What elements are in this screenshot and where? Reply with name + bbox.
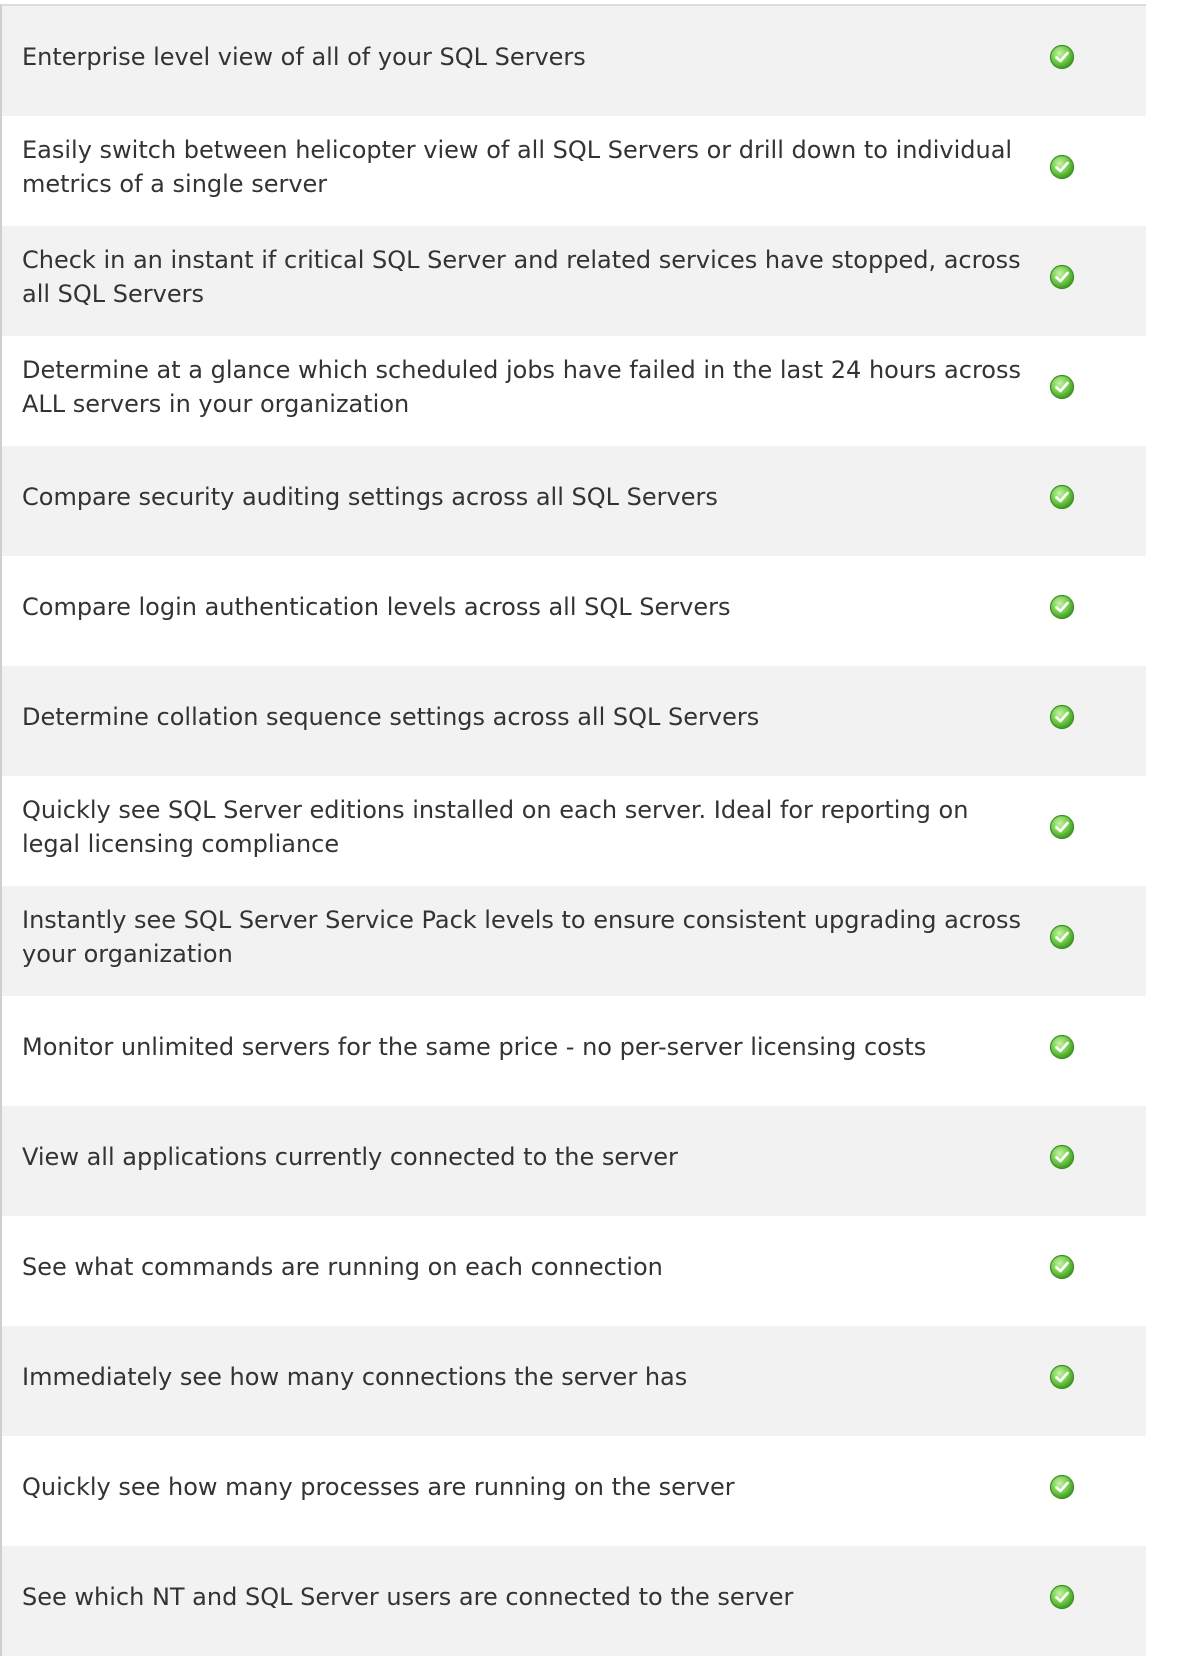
green-check-icon	[1049, 1474, 1075, 1500]
feature-table: Enterprise level view of all of your SQL…	[0, 4, 1146, 1656]
feature-status	[1032, 1546, 1092, 1610]
green-check-icon	[1049, 924, 1075, 950]
feature-status	[1032, 1106, 1092, 1170]
feature-status	[1032, 1326, 1092, 1390]
feature-row: Quickly see how many processes are runni…	[2, 1436, 1146, 1546]
feature-row: Enterprise level view of all of your SQL…	[2, 6, 1146, 116]
feature-status	[1032, 996, 1092, 1060]
feature-row: Immediately see how many connections the…	[2, 1326, 1146, 1436]
feature-label: Instantly see SQL Server Service Pack le…	[22, 906, 1022, 968]
feature-row: See what commands are running on each co…	[2, 1216, 1146, 1326]
feature-row: Determine at a glance which scheduled jo…	[2, 336, 1146, 446]
feature-label: See what commands are running on each co…	[22, 1253, 663, 1281]
green-check-icon	[1049, 264, 1075, 290]
feature-status	[1032, 6, 1092, 70]
green-check-icon	[1049, 484, 1075, 510]
green-check-icon	[1049, 154, 1075, 180]
feature-label: Quickly see SQL Server editions installe…	[22, 796, 969, 858]
feature-status	[1032, 666, 1092, 730]
feature-row: Monitor unlimited servers for the same p…	[2, 996, 1146, 1106]
feature-row: Compare login authentication levels acro…	[2, 556, 1146, 666]
green-check-icon	[1049, 814, 1075, 840]
feature-status	[1032, 336, 1092, 400]
feature-row: Instantly see SQL Server Service Pack le…	[2, 886, 1146, 996]
feature-row: Quickly see SQL Server editions installe…	[2, 776, 1146, 886]
feature-label: Enterprise level view of all of your SQL…	[22, 43, 586, 71]
feature-label: Check in an instant if critical SQL Serv…	[22, 246, 1021, 308]
feature-label: Easily switch between helicopter view of…	[22, 136, 1013, 198]
feature-row: Check in an instant if critical SQL Serv…	[2, 226, 1146, 336]
feature-status	[1032, 556, 1092, 620]
green-check-icon	[1049, 1034, 1075, 1060]
feature-label: Determine at a glance which scheduled jo…	[22, 356, 1021, 418]
feature-label: Determine collation sequence settings ac…	[22, 703, 760, 731]
green-check-icon	[1049, 1364, 1075, 1390]
feature-label: Compare login authentication levels acro…	[22, 593, 731, 621]
feature-row: See which NT and SQL Server users are co…	[2, 1546, 1146, 1656]
green-check-icon	[1049, 1584, 1075, 1610]
feature-row: Determine collation sequence settings ac…	[2, 666, 1146, 776]
feature-label: Compare security auditing settings acros…	[22, 483, 718, 511]
green-check-icon	[1049, 594, 1075, 620]
green-check-icon	[1049, 44, 1075, 70]
green-check-icon	[1049, 1144, 1075, 1170]
feature-status	[1032, 446, 1092, 510]
feature-label: See which NT and SQL Server users are co…	[22, 1583, 794, 1611]
feature-label: Immediately see how many connections the…	[22, 1363, 688, 1391]
green-check-icon	[1049, 374, 1075, 400]
feature-row: Compare security auditing settings acros…	[2, 446, 1146, 556]
feature-row: View all applications currently connecte…	[2, 1106, 1146, 1216]
feature-label: View all applications currently connecte…	[22, 1143, 678, 1171]
green-check-icon	[1049, 704, 1075, 730]
feature-status	[1032, 1436, 1092, 1500]
green-check-icon	[1049, 1254, 1075, 1280]
feature-status	[1032, 226, 1092, 290]
feature-label: Quickly see how many processes are runni…	[22, 1473, 735, 1501]
feature-label: Monitor unlimited servers for the same p…	[22, 1033, 927, 1061]
feature-row: Easily switch between helicopter view of…	[2, 116, 1146, 226]
feature-status	[1032, 1216, 1092, 1280]
feature-status	[1032, 776, 1092, 840]
feature-status	[1032, 116, 1092, 180]
feature-status	[1032, 886, 1092, 950]
